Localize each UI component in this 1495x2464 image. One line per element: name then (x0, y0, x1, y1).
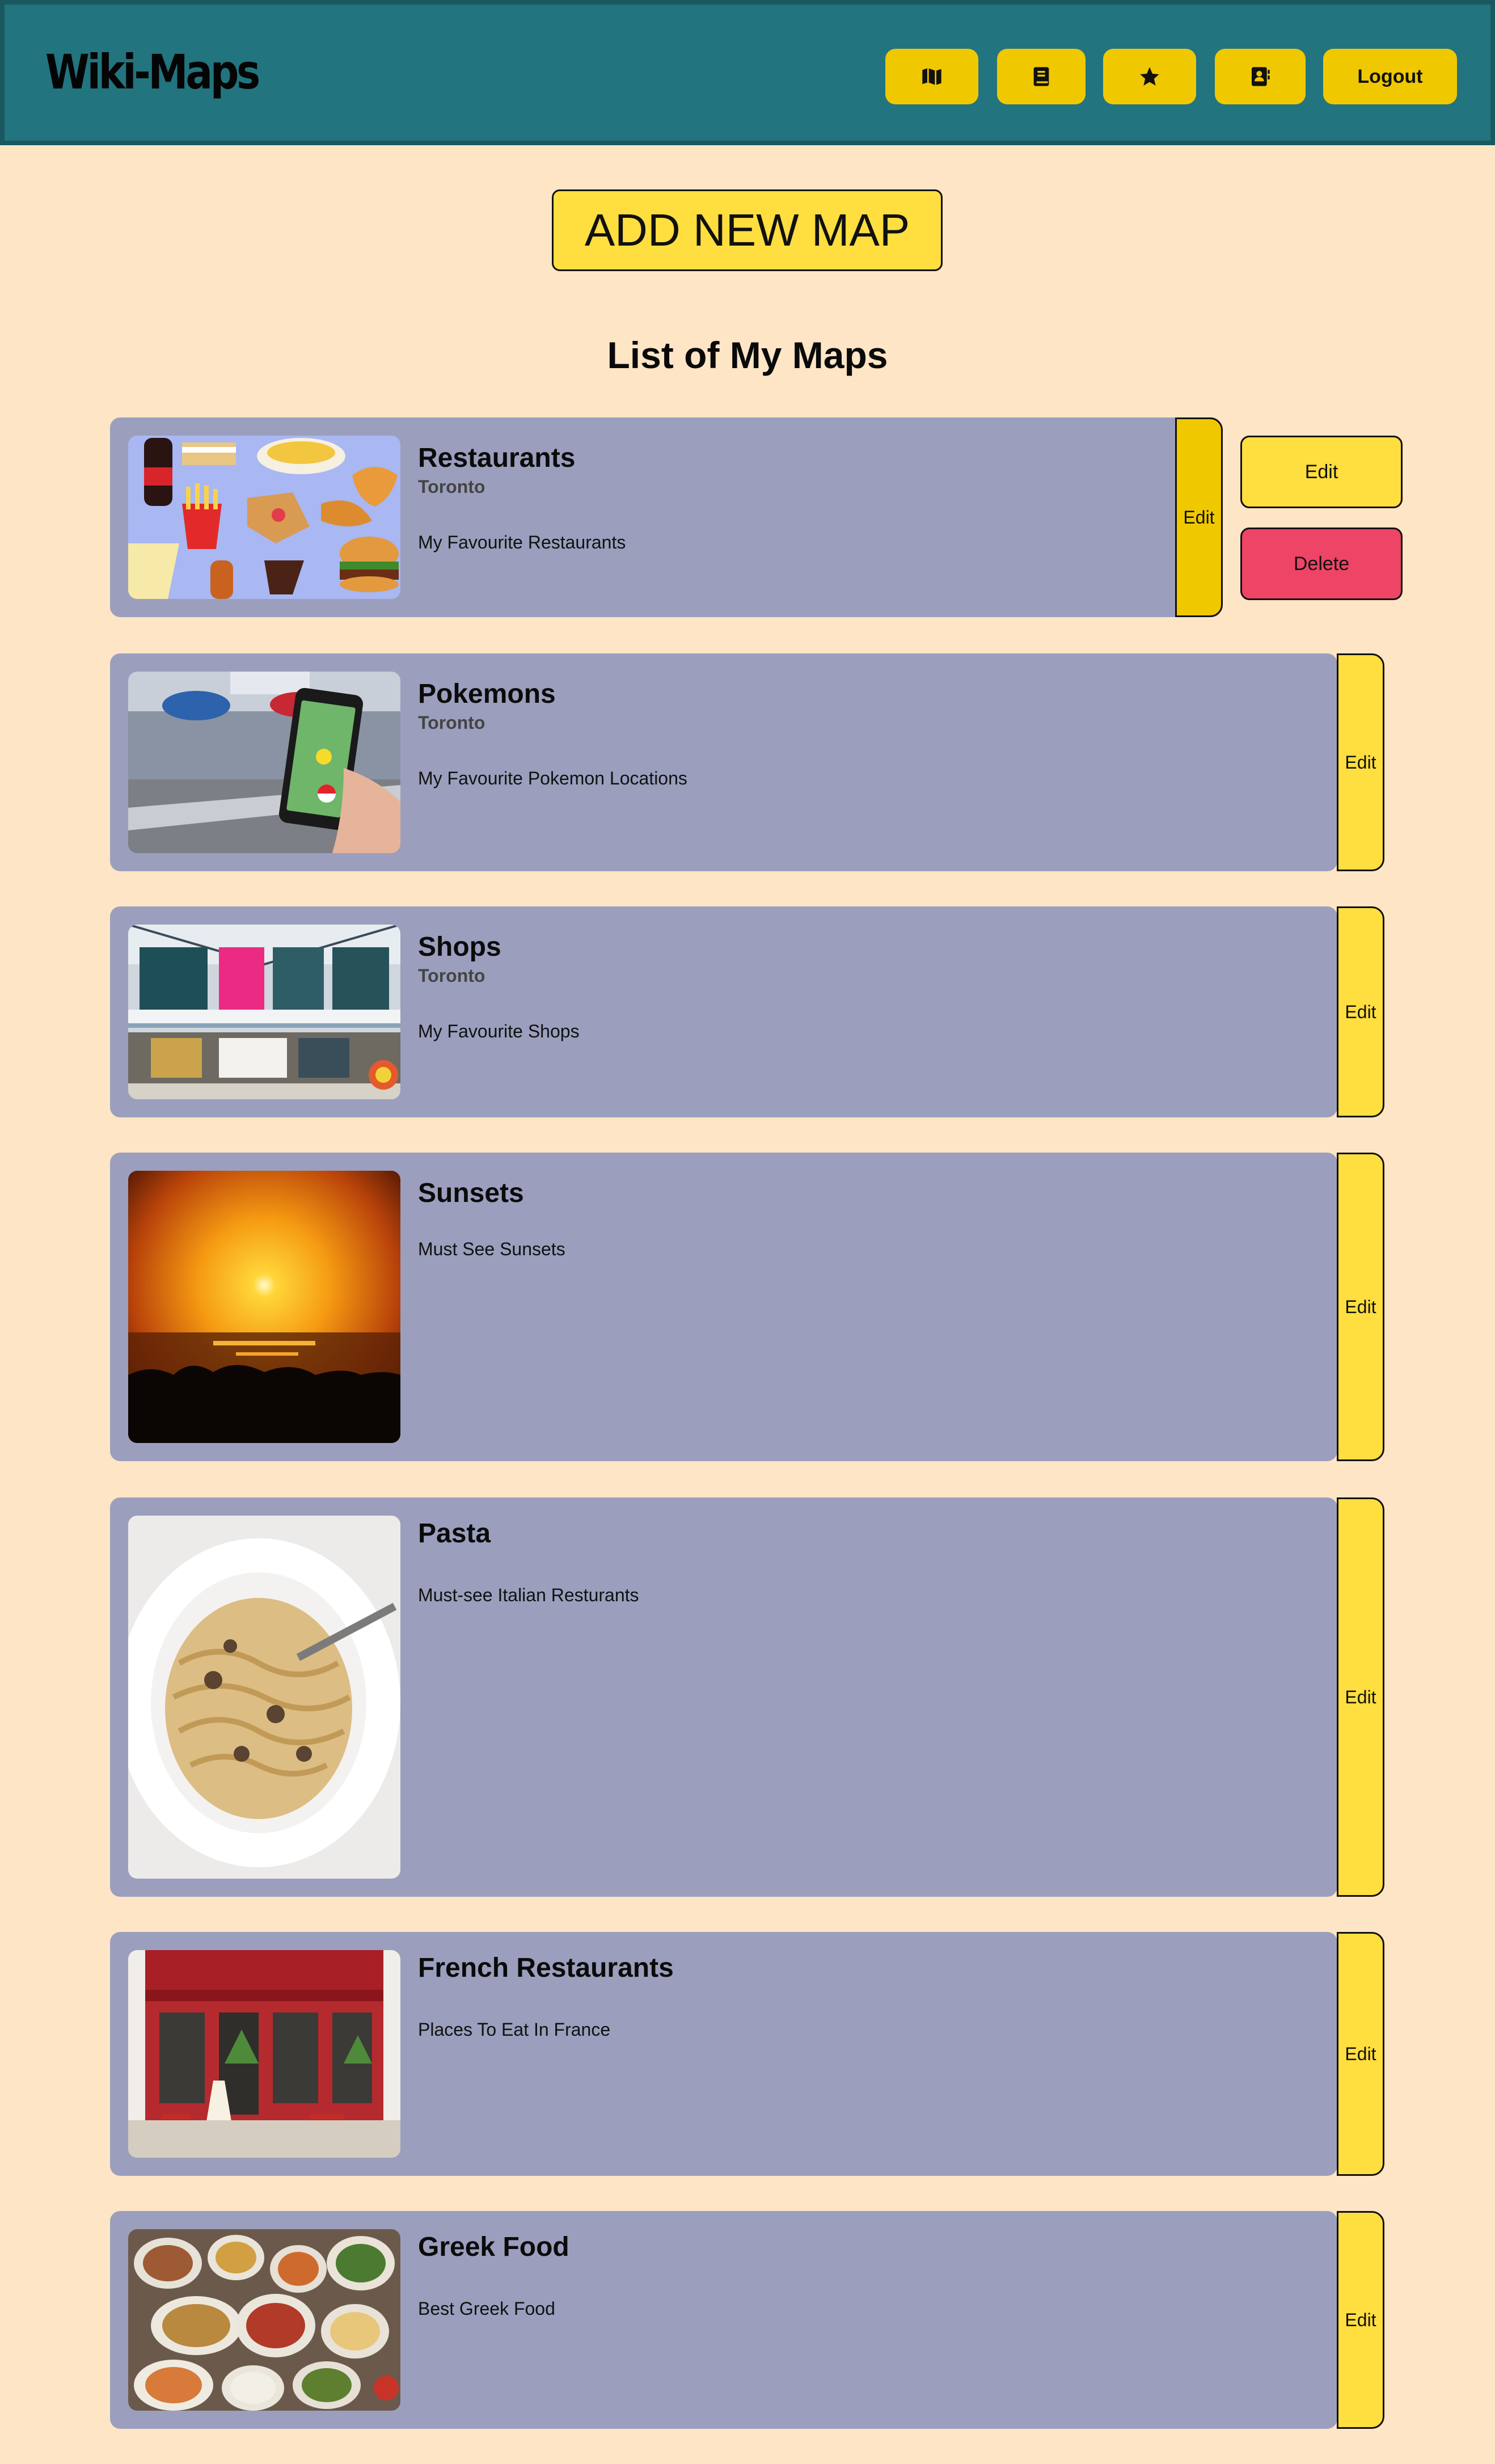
french-cafe-image (128, 1950, 400, 2158)
top-navbar: Wiki-Maps Logout (0, 0, 1495, 145)
add-new-map-button[interactable]: ADD NEW MAP (552, 189, 943, 271)
shopping-mall-image (128, 925, 400, 1099)
pokemon-phone-image (128, 672, 400, 853)
map-thumbnail (128, 1516, 400, 1879)
map-card-greek-food[interactable]: Greek Food Best Greek Food (110, 2211, 1337, 2429)
edit-tab-french-restaurants[interactable]: Edit (1337, 1932, 1384, 2176)
edit-tab-restaurants[interactable]: Edit (1175, 417, 1223, 617)
map-card-shops[interactable]: Shops Toronto My Favourite Shops (110, 906, 1337, 1117)
map-description: Must-see Italian Resturants (418, 1585, 639, 1605)
map-title: Sunsets (418, 1178, 524, 1208)
map-title: Restaurants (418, 443, 576, 473)
map-card-pasta[interactable]: Pasta Must-see Italian Resturants (110, 1497, 1337, 1897)
map-city: Toronto (418, 965, 485, 986)
page-title: List of My Maps (607, 334, 888, 376)
edit-button[interactable]: Edit (1240, 436, 1403, 508)
map-card-french-restaurants[interactable]: French Restaurants Places To Eat In Fran… (110, 1932, 1337, 2176)
map-thumbnail (128, 2229, 400, 2411)
logout-button[interactable]: Logout (1323, 49, 1457, 104)
map-icon (922, 68, 941, 85)
map-description: Places To Eat In France (418, 2019, 611, 2040)
map-thumbnail (128, 672, 400, 853)
map-description: Best Greek Food (418, 2298, 555, 2319)
edit-tab-sunsets[interactable]: Edit (1337, 1153, 1384, 1461)
map-title: Pasta (418, 1518, 491, 1549)
edit-tab-pasta[interactable]: Edit (1337, 1497, 1384, 1897)
map-card-sunsets[interactable]: Sunsets Must See Sunsets (110, 1153, 1337, 1461)
map-card-restaurants[interactable]: Restaurants Toronto My Favourite Restaur… (110, 417, 1222, 617)
map-title: Greek Food (418, 2232, 569, 2262)
favorites-nav-button[interactable] (1103, 49, 1196, 104)
map-description: My Favourite Shops (418, 1021, 580, 1041)
sunset-image (128, 1171, 400, 1443)
map-thumbnail (128, 436, 400, 599)
star-icon (1140, 67, 1159, 86)
map-card-pokemons[interactable]: Pokemons Toronto My Favourite Pokemon Lo… (110, 653, 1337, 871)
map-thumbnail (128, 925, 400, 1099)
map-description: Must See Sunsets (418, 1239, 565, 1259)
map-city: Toronto (418, 476, 485, 497)
edit-tab-pokemons[interactable]: Edit (1337, 653, 1384, 871)
map-title: Shops (418, 932, 501, 962)
delete-button[interactable]: Delete (1240, 528, 1403, 600)
edit-tab-greek-food[interactable]: Edit (1337, 2211, 1384, 2429)
fast-food-image (128, 436, 400, 599)
contact-book-icon (1252, 67, 1270, 86)
map-description: My Favourite Restaurants (418, 532, 626, 552)
maps-nav-button[interactable] (885, 49, 978, 104)
brand-logo[interactable]: Wiki-Maps (45, 44, 260, 100)
map-thumbnail (128, 1171, 400, 1443)
pasta-image (128, 1516, 400, 1879)
map-title: French Restaurants (418, 1953, 674, 1983)
book-nav-button[interactable] (997, 49, 1086, 104)
map-description: My Favourite Pokemon Locations (418, 768, 687, 788)
edit-tab-shops[interactable]: Edit (1337, 906, 1384, 1117)
contacts-nav-button[interactable] (1215, 49, 1306, 104)
map-title: Pokemons (418, 679, 556, 709)
map-thumbnail (128, 1950, 400, 2158)
book-icon (1033, 67, 1049, 86)
map-city: Toronto (418, 712, 485, 733)
greek-food-image (128, 2229, 400, 2411)
